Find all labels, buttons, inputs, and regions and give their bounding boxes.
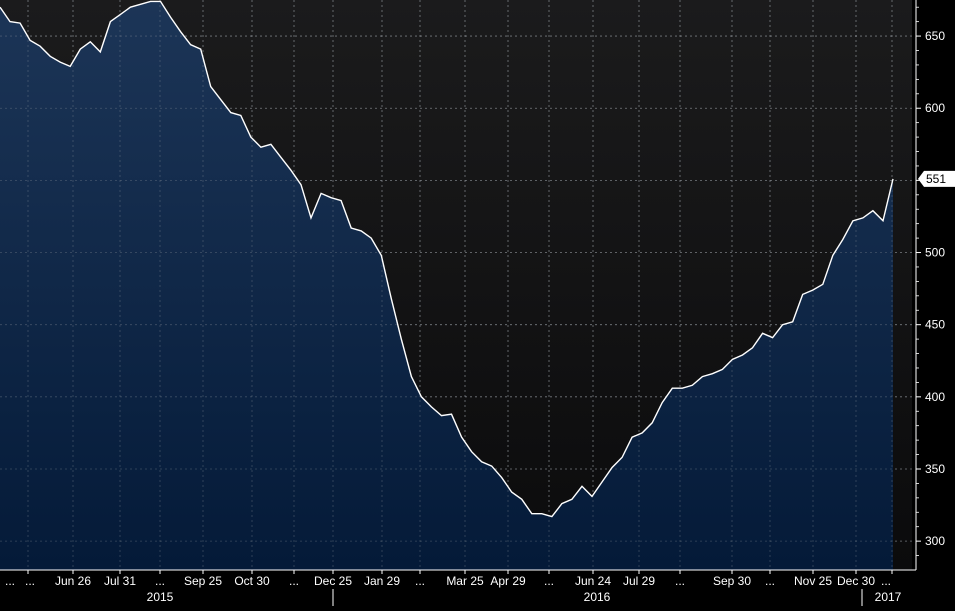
- x-tick-label: ...: [765, 574, 775, 588]
- y-tick-label: 300: [925, 534, 945, 548]
- chart: 300350400450500550600650 ......Jun 26Jul…: [0, 0, 955, 606]
- x-tick-label: ...: [415, 574, 425, 588]
- y-axis: 300350400450500550600650: [915, 0, 945, 570]
- x-tick-label: Mar 25: [446, 574, 484, 588]
- x-tick-label: Jan 29: [364, 574, 400, 588]
- x-tick-label: Dec 30: [837, 574, 875, 588]
- chart-svg: 300350400450500550600650 ......Jun 26Jul…: [0, 0, 955, 606]
- year-label: 2017: [875, 590, 902, 604]
- y-tick-label: 500: [925, 246, 945, 260]
- x-tick-label: Dec 25: [314, 574, 352, 588]
- x-tick-label: Jun 26: [55, 574, 91, 588]
- y-tick-label: 400: [925, 390, 945, 404]
- x-tick-label: ...: [25, 574, 35, 588]
- x-tick-label: ...: [289, 574, 299, 588]
- x-tick-label: Nov 25: [794, 574, 832, 588]
- last-value-marker: 551: [918, 170, 955, 187]
- x-tick-label: ...: [881, 574, 891, 588]
- y-tick-label: 600: [925, 101, 945, 115]
- x-tick-label: Sep 30: [713, 574, 751, 588]
- x-tick-label: ...: [675, 574, 685, 588]
- x-axis: ...... Jun 26 Jul 31... Sep 25 Oct 30... Dec …: [0, 569, 916, 606]
- year-label: 2015: [147, 590, 174, 604]
- x-tick-label: Jul 29: [623, 574, 655, 588]
- y-tick-label: 650: [925, 29, 945, 43]
- year-label: 2016: [584, 590, 611, 604]
- x-tick-label: Jul 31: [104, 574, 136, 588]
- y-tick-label: 450: [925, 318, 945, 332]
- last-value-label: 551: [926, 172, 946, 186]
- y-tick-label: 350: [925, 462, 945, 476]
- x-tick-label: Jun 24: [575, 574, 611, 588]
- x-tick-label: Oct 30: [234, 574, 270, 588]
- x-tick-label: Apr 29: [490, 574, 526, 588]
- x-tick-label: ...: [5, 574, 15, 588]
- x-tick-label: Sep 25: [184, 574, 222, 588]
- x-tick-label: ...: [155, 574, 165, 588]
- x-tick-label: ...: [544, 574, 554, 588]
